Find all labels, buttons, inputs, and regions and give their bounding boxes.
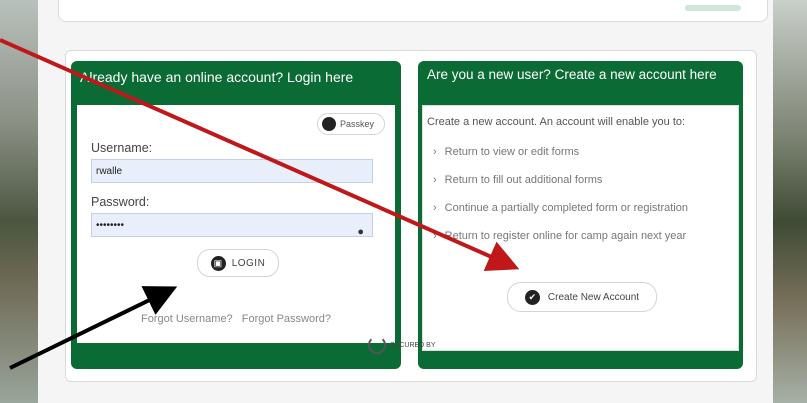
benefit-text: Return to fill out additional forms xyxy=(444,174,603,186)
create-intro-text: Create a new account. An account will en… xyxy=(427,116,686,128)
top-card-accent xyxy=(685,5,741,11)
passkey-button-label: Passkey xyxy=(339,119,374,129)
benefit-text: Return to register online for camp again… xyxy=(444,230,687,242)
password-label: Password: xyxy=(91,195,150,209)
secured-by-badge: SECURED BY xyxy=(368,336,436,354)
page: Already have an online account? Login he… xyxy=(38,0,773,403)
forgot-password-link[interactable]: Forgot Password? xyxy=(242,313,331,325)
benefit-text: Return to view or edit forms xyxy=(444,146,580,158)
chevron-right-icon: › xyxy=(433,174,437,186)
login-button-label: LOGIN xyxy=(231,257,266,269)
create-account-button-label: Create New Account xyxy=(547,291,640,303)
forgot-links: Forgot Username? Forgot Password? xyxy=(77,313,395,325)
chevron-right-icon: › xyxy=(433,146,437,158)
login-panel-title: Already have an online account? Login he… xyxy=(80,69,354,85)
check-icon: ✔ xyxy=(524,289,540,305)
login-form: Passkey Username: rwalle Password: •••••… xyxy=(77,105,395,343)
background-photo-right xyxy=(767,0,807,403)
benefit-item: › Continue a partially completed form or … xyxy=(433,202,688,214)
security-logo-icon xyxy=(368,336,386,354)
password-field[interactable]: •••••••• ● xyxy=(91,213,373,238)
create-account-panel: Are you a new user? Create a new account… xyxy=(418,61,743,369)
chevron-right-icon: › xyxy=(433,202,437,214)
key-icon xyxy=(321,117,336,131)
show-password-eye-icon[interactable]: ● xyxy=(357,220,364,244)
forgot-username-link[interactable]: Forgot Username? xyxy=(141,313,233,325)
password-value: •••••••• xyxy=(96,220,125,231)
lock-icon: ▣ xyxy=(210,255,226,271)
login-button[interactable]: ▣ LOGIN xyxy=(197,249,279,277)
benefit-item: › Return to view or edit forms xyxy=(433,146,579,158)
chevron-right-icon: › xyxy=(433,230,437,242)
benefit-item: › Return to register online for camp agai… xyxy=(433,230,686,242)
passkey-button[interactable]: Passkey xyxy=(316,113,385,135)
username-field[interactable]: rwalle xyxy=(91,159,373,183)
account-container: Already have an online account? Login he… xyxy=(65,50,757,382)
top-card xyxy=(58,0,768,22)
create-account-body: Create a new account. An account will en… xyxy=(422,105,739,351)
benefit-item: › Return to fill out additional forms xyxy=(433,174,602,186)
secured-by-text: SECURED BY xyxy=(390,341,436,349)
create-account-button[interactable]: ✔ Create New Account xyxy=(507,282,657,312)
username-value: rwalle xyxy=(96,166,123,177)
username-label: Username: xyxy=(91,141,153,155)
benefit-text: Continue a partially completed form or r… xyxy=(444,202,689,214)
login-panel: Already have an online account? Login he… xyxy=(71,61,401,369)
create-panel-title: Are you a new user? Create a new account… xyxy=(427,67,717,82)
